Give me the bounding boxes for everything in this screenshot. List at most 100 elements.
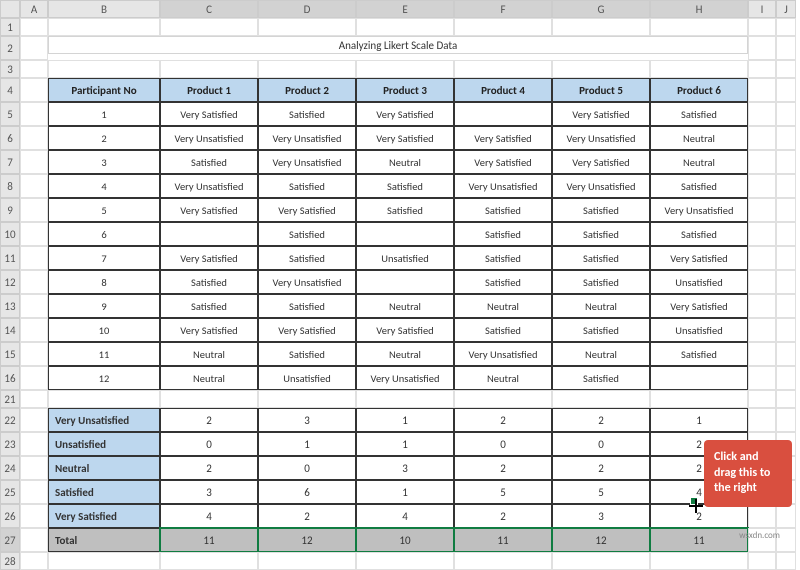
summary-cell[interactable]: 2 bbox=[454, 456, 552, 480]
cell[interactable] bbox=[20, 102, 48, 126]
cell[interactable] bbox=[776, 246, 796, 270]
cell[interactable] bbox=[776, 18, 796, 36]
cell[interactable] bbox=[748, 504, 776, 528]
row-header-28[interactable]: 28 bbox=[0, 552, 20, 570]
cell[interactable] bbox=[776, 150, 796, 174]
cell[interactable] bbox=[20, 342, 48, 366]
row-header-2[interactable]: 2 bbox=[0, 36, 20, 60]
data-cell[interactable]: Unsatisfied bbox=[650, 270, 748, 294]
header-participant[interactable]: Participant No bbox=[48, 78, 160, 102]
cell[interactable] bbox=[20, 270, 48, 294]
summary-label-total[interactable]: Total bbox=[48, 528, 160, 552]
participant-id[interactable]: 5 bbox=[48, 198, 160, 222]
data-cell[interactable] bbox=[454, 102, 552, 126]
data-cell[interactable]: Unsatisfied bbox=[356, 246, 454, 270]
data-cell[interactable]: Very Satisfied bbox=[160, 102, 258, 126]
participant-id[interactable]: 11 bbox=[48, 342, 160, 366]
cell[interactable] bbox=[20, 36, 48, 60]
cell[interactable] bbox=[20, 432, 48, 456]
cell[interactable] bbox=[48, 18, 160, 36]
cell[interactable] bbox=[20, 504, 48, 528]
data-cell[interactable]: Satisfied bbox=[454, 318, 552, 342]
cell[interactable] bbox=[552, 552, 650, 570]
summary-cell[interactable]: 10 bbox=[356, 528, 454, 552]
summary-cell[interactable]: 0 bbox=[552, 432, 650, 456]
data-cell[interactable]: Neutral bbox=[356, 294, 454, 318]
cell[interactable] bbox=[48, 60, 160, 78]
data-cell[interactable]: Very Satisfied bbox=[552, 150, 650, 174]
data-cell[interactable]: Very Unsatisfied bbox=[552, 174, 650, 198]
row-header-21[interactable]: 21 bbox=[0, 390, 20, 408]
participant-id[interactable]: 4 bbox=[48, 174, 160, 198]
data-cell[interactable]: Neutral bbox=[552, 294, 650, 318]
summary-cell[interactable]: 4 bbox=[356, 504, 454, 528]
data-cell[interactable]: Satisfied bbox=[258, 342, 356, 366]
header-product-3[interactable]: Product 3 bbox=[356, 78, 454, 102]
data-cell[interactable]: Very Satisfied bbox=[650, 246, 748, 270]
summary-label-very-satisfied[interactable]: Very Satisfied bbox=[48, 504, 160, 528]
row-header-23[interactable]: 23 bbox=[0, 432, 20, 456]
cell[interactable] bbox=[776, 222, 796, 246]
row-header-14[interactable]: 14 bbox=[0, 318, 20, 342]
data-cell[interactable]: Satisfied bbox=[454, 246, 552, 270]
data-cell[interactable]: Very Satisfied bbox=[356, 126, 454, 150]
col-header-D[interactable]: D bbox=[258, 0, 356, 18]
row-header-7[interactable]: 7 bbox=[0, 150, 20, 174]
cell[interactable] bbox=[748, 342, 776, 366]
participant-id[interactable]: 1 bbox=[48, 102, 160, 126]
cell[interactable] bbox=[776, 270, 796, 294]
cell[interactable] bbox=[20, 174, 48, 198]
cell[interactable] bbox=[650, 390, 748, 408]
summary-cell[interactable]: 3 bbox=[356, 456, 454, 480]
row-header-25[interactable]: 25 bbox=[0, 480, 20, 504]
row-header-9[interactable]: 9 bbox=[0, 198, 20, 222]
data-cell[interactable]: Very Unsatisfied bbox=[454, 174, 552, 198]
row-header-3[interactable]: 3 bbox=[0, 60, 20, 78]
cell[interactable] bbox=[650, 552, 748, 570]
data-cell[interactable]: Satisfied bbox=[258, 174, 356, 198]
cell[interactable] bbox=[776, 318, 796, 342]
data-cell[interactable] bbox=[356, 270, 454, 294]
participant-id[interactable]: 9 bbox=[48, 294, 160, 318]
row-header-16[interactable]: 16 bbox=[0, 366, 20, 390]
row-header-4[interactable]: 4 bbox=[0, 78, 20, 102]
cell[interactable] bbox=[748, 222, 776, 246]
summary-cell[interactable]: 0 bbox=[454, 432, 552, 456]
cell[interactable] bbox=[776, 174, 796, 198]
cell[interactable] bbox=[748, 126, 776, 150]
cell[interactable] bbox=[356, 390, 454, 408]
cell[interactable] bbox=[20, 60, 48, 78]
data-cell[interactable]: Neutral bbox=[454, 366, 552, 390]
cell[interactable] bbox=[48, 390, 160, 408]
header-product-1[interactable]: Product 1 bbox=[160, 78, 258, 102]
cell[interactable] bbox=[748, 390, 776, 408]
data-cell[interactable]: Neutral bbox=[356, 150, 454, 174]
data-cell[interactable]: Satisfied bbox=[552, 246, 650, 270]
cell[interactable] bbox=[258, 390, 356, 408]
summary-cell[interactable]: 2 bbox=[650, 504, 748, 528]
cell[interactable] bbox=[20, 408, 48, 432]
cell[interactable] bbox=[20, 456, 48, 480]
data-cell[interactable]: Very Unsatisfied bbox=[258, 270, 356, 294]
cell[interactable] bbox=[20, 390, 48, 408]
cell[interactable] bbox=[748, 270, 776, 294]
data-cell[interactable]: Satisfied bbox=[552, 222, 650, 246]
cell[interactable] bbox=[454, 18, 552, 36]
row-header-22[interactable]: 22 bbox=[0, 408, 20, 432]
cell[interactable] bbox=[776, 504, 796, 528]
cell[interactable] bbox=[20, 318, 48, 342]
participant-id[interactable]: 12 bbox=[48, 366, 160, 390]
data-cell[interactable]: Very Satisfied bbox=[258, 318, 356, 342]
participant-id[interactable]: 2 bbox=[48, 126, 160, 150]
data-cell[interactable]: Unsatisfied bbox=[650, 318, 748, 342]
cell[interactable] bbox=[454, 390, 552, 408]
data-cell[interactable] bbox=[160, 222, 258, 246]
cell[interactable] bbox=[748, 294, 776, 318]
data-cell[interactable]: Unsatisfied bbox=[258, 366, 356, 390]
summary-cell[interactable]: 2 bbox=[454, 504, 552, 528]
row-header-1[interactable]: 1 bbox=[0, 18, 20, 36]
cell[interactable] bbox=[748, 18, 776, 36]
summary-cell[interactable]: 1 bbox=[258, 432, 356, 456]
cell[interactable] bbox=[748, 246, 776, 270]
cell[interactable] bbox=[650, 60, 748, 78]
